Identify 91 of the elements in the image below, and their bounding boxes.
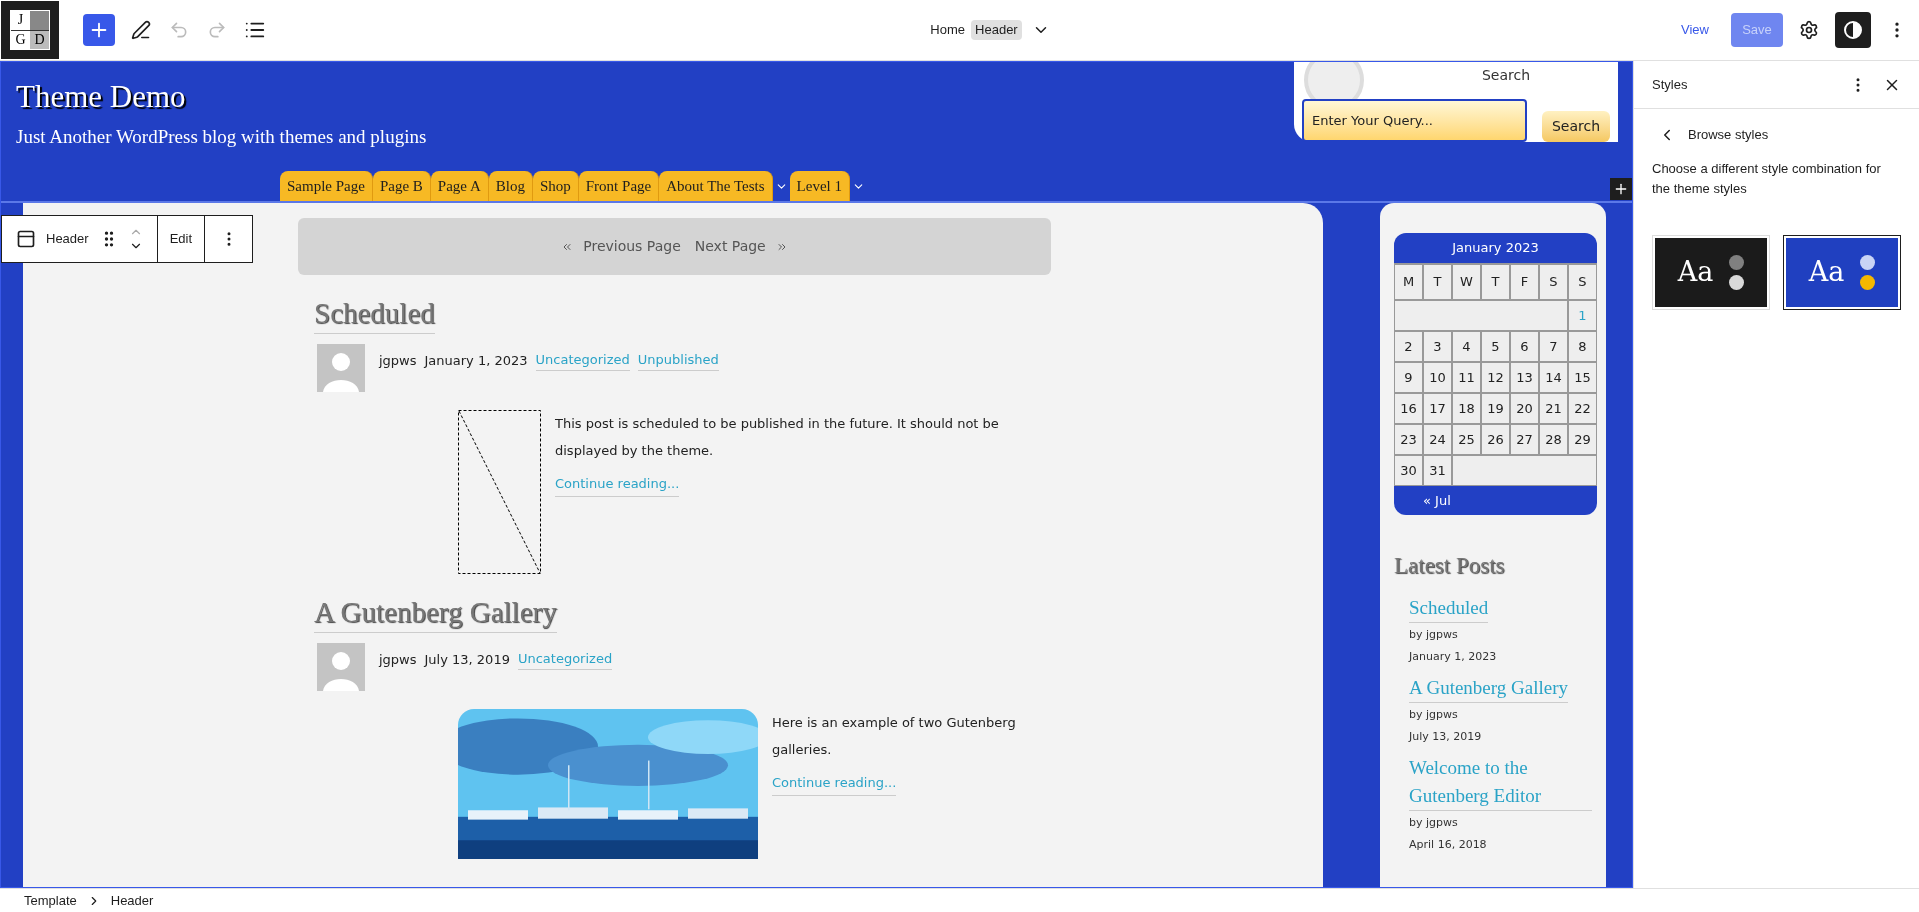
calendar-day: 18 <box>1452 393 1481 424</box>
weekday-header: S <box>1539 264 1568 300</box>
search-label: Search <box>1480 66 1532 85</box>
site-tagline: Just Another WordPress blog with themes and plugins <box>16 124 428 149</box>
post-date: July 13, 2019 <box>424 650 510 669</box>
template-part-icon <box>16 229 36 249</box>
nav-item[interactable]: Blog <box>488 171 533 201</box>
calendar-day: 26 <box>1481 424 1510 455</box>
calendar-day: 17 <box>1423 393 1452 424</box>
calendar-day: 16 <box>1394 393 1423 424</box>
calendar-day: 25 <box>1452 424 1481 455</box>
post-date: January 1, 2023 <box>424 351 528 370</box>
calendar-day: 31 <box>1423 455 1452 486</box>
calendar-day: 8 <box>1568 331 1597 362</box>
post-byline: by jgpws <box>1409 706 1459 723</box>
weekday-header: F <box>1510 264 1539 300</box>
avatar-icon <box>317 643 365 691</box>
style-variation[interactable]: Aa <box>1652 234 1770 310</box>
breadcrumb-item[interactable]: Header <box>110 890 154 911</box>
calendar-day: 4 <box>1452 331 1481 362</box>
calendar-day: 24 <box>1423 424 1452 455</box>
calendar-day: 28 <box>1539 424 1568 455</box>
panel-title: Styles <box>1652 75 1689 94</box>
contrast-icon <box>1843 20 1863 40</box>
post-author: jgpws <box>379 650 417 669</box>
document-title: Home <box>930 21 966 40</box>
contrast-toggle-button[interactable] <box>1835 12 1871 48</box>
previous-page-link[interactable]: Previous Page <box>561 236 681 257</box>
calendar-day: 23 <box>1394 424 1423 455</box>
post-excerpt: This post is scheduled to be published in the future. It should not be displayed by the theme. <box>555 415 1000 460</box>
calendar-day: 12 <box>1481 362 1510 393</box>
post-date: January 1, 2023 <box>1409 649 1498 665</box>
post-title[interactable]: A Gutenberg Gallery <box>314 592 557 633</box>
block-label: Header <box>46 230 89 249</box>
panel-description: Choose a different style combination for the theme styles <box>1651 159 1882 198</box>
calendar-day: 13 <box>1510 362 1539 393</box>
post-title[interactable]: Scheduled <box>314 293 435 334</box>
add-block-button[interactable] <box>1610 178 1632 200</box>
calendar-day: 22 <box>1568 393 1597 424</box>
post-date: April 16, 2018 <box>1409 837 1488 853</box>
pen-icon[interactable] <box>129 18 153 42</box>
next-page-link[interactable]: Next Page <box>694 236 788 257</box>
site-logo[interactable]: J G D <box>1 1 59 59</box>
breadcrumb-item[interactable]: Template <box>24 890 77 911</box>
site-title[interactable]: Theme Demo <box>16 78 1294 117</box>
calendar-day: 19 <box>1481 393 1510 424</box>
calendar-day: 29 <box>1568 424 1597 455</box>
calendar-day: 14 <box>1539 362 1568 393</box>
plus-icon <box>1613 181 1629 197</box>
nav-item[interactable]: Page B <box>372 171 431 201</box>
calendar-day: 11 <box>1452 362 1481 393</box>
search-button[interactable]: Search <box>1542 111 1610 142</box>
template-badge: Header <box>971 20 1022 40</box>
weekday-header: W <box>1452 264 1481 300</box>
nav-item[interactable]: Page A <box>430 171 489 201</box>
nav-item[interactable]: Level 1 <box>789 171 850 201</box>
weekday-header: M <box>1394 264 1423 300</box>
weekday-header: T <box>1481 264 1510 300</box>
previous-month-link[interactable]: « Jul <box>1423 490 1451 511</box>
post-date: July 13, 2019 <box>1409 729 1483 745</box>
calendar-day: 3 <box>1423 331 1452 362</box>
calendar-day: 2 <box>1394 331 1423 362</box>
view-button[interactable]: View <box>1673 13 1717 47</box>
search-input[interactable]: Enter Your Query... <box>1302 99 1527 142</box>
weekday-header: T <box>1423 264 1452 300</box>
post-author: jgpws <box>379 351 417 370</box>
edit-button[interactable]: Edit <box>156 216 205 262</box>
calendar-day: 21 <box>1539 393 1568 424</box>
calendar-day: 6 <box>1510 331 1539 362</box>
post-byline: by jgpws <box>1409 814 1459 831</box>
calendar-day: 30 <box>1394 455 1423 486</box>
nav-item[interactable]: Shop <box>532 171 579 201</box>
nav-item[interactable]: Front Page <box>578 171 660 201</box>
calendar-day: 7 <box>1539 331 1568 362</box>
latest-posts-heading: Latest Posts <box>1394 552 1506 580</box>
calendar-day: 27 <box>1510 424 1539 455</box>
weekday-header: S <box>1568 264 1597 300</box>
calendar-caption: January 2023 <box>1450 239 1540 258</box>
panel-subtitle: Browse styles <box>1688 126 1769 144</box>
add-block-button[interactable] <box>83 14 115 46</box>
post-excerpt: Here is an example of two Gutenberg galleries. <box>772 714 1017 759</box>
nav-item[interactable]: About The Tests <box>659 171 773 201</box>
calendar-day: 10 <box>1423 362 1452 393</box>
post-byline: by jgpws <box>1409 626 1459 643</box>
calendar-day: 9 <box>1394 362 1423 393</box>
calendar-day: 20 <box>1510 393 1539 424</box>
nav-item[interactable]: Sample Page <box>280 171 373 201</box>
calendar-day: 15 <box>1568 362 1597 393</box>
style-variation[interactable]: Aa <box>1783 234 1901 310</box>
calendar-day: 5 <box>1481 331 1510 362</box>
avatar-icon <box>317 344 365 392</box>
